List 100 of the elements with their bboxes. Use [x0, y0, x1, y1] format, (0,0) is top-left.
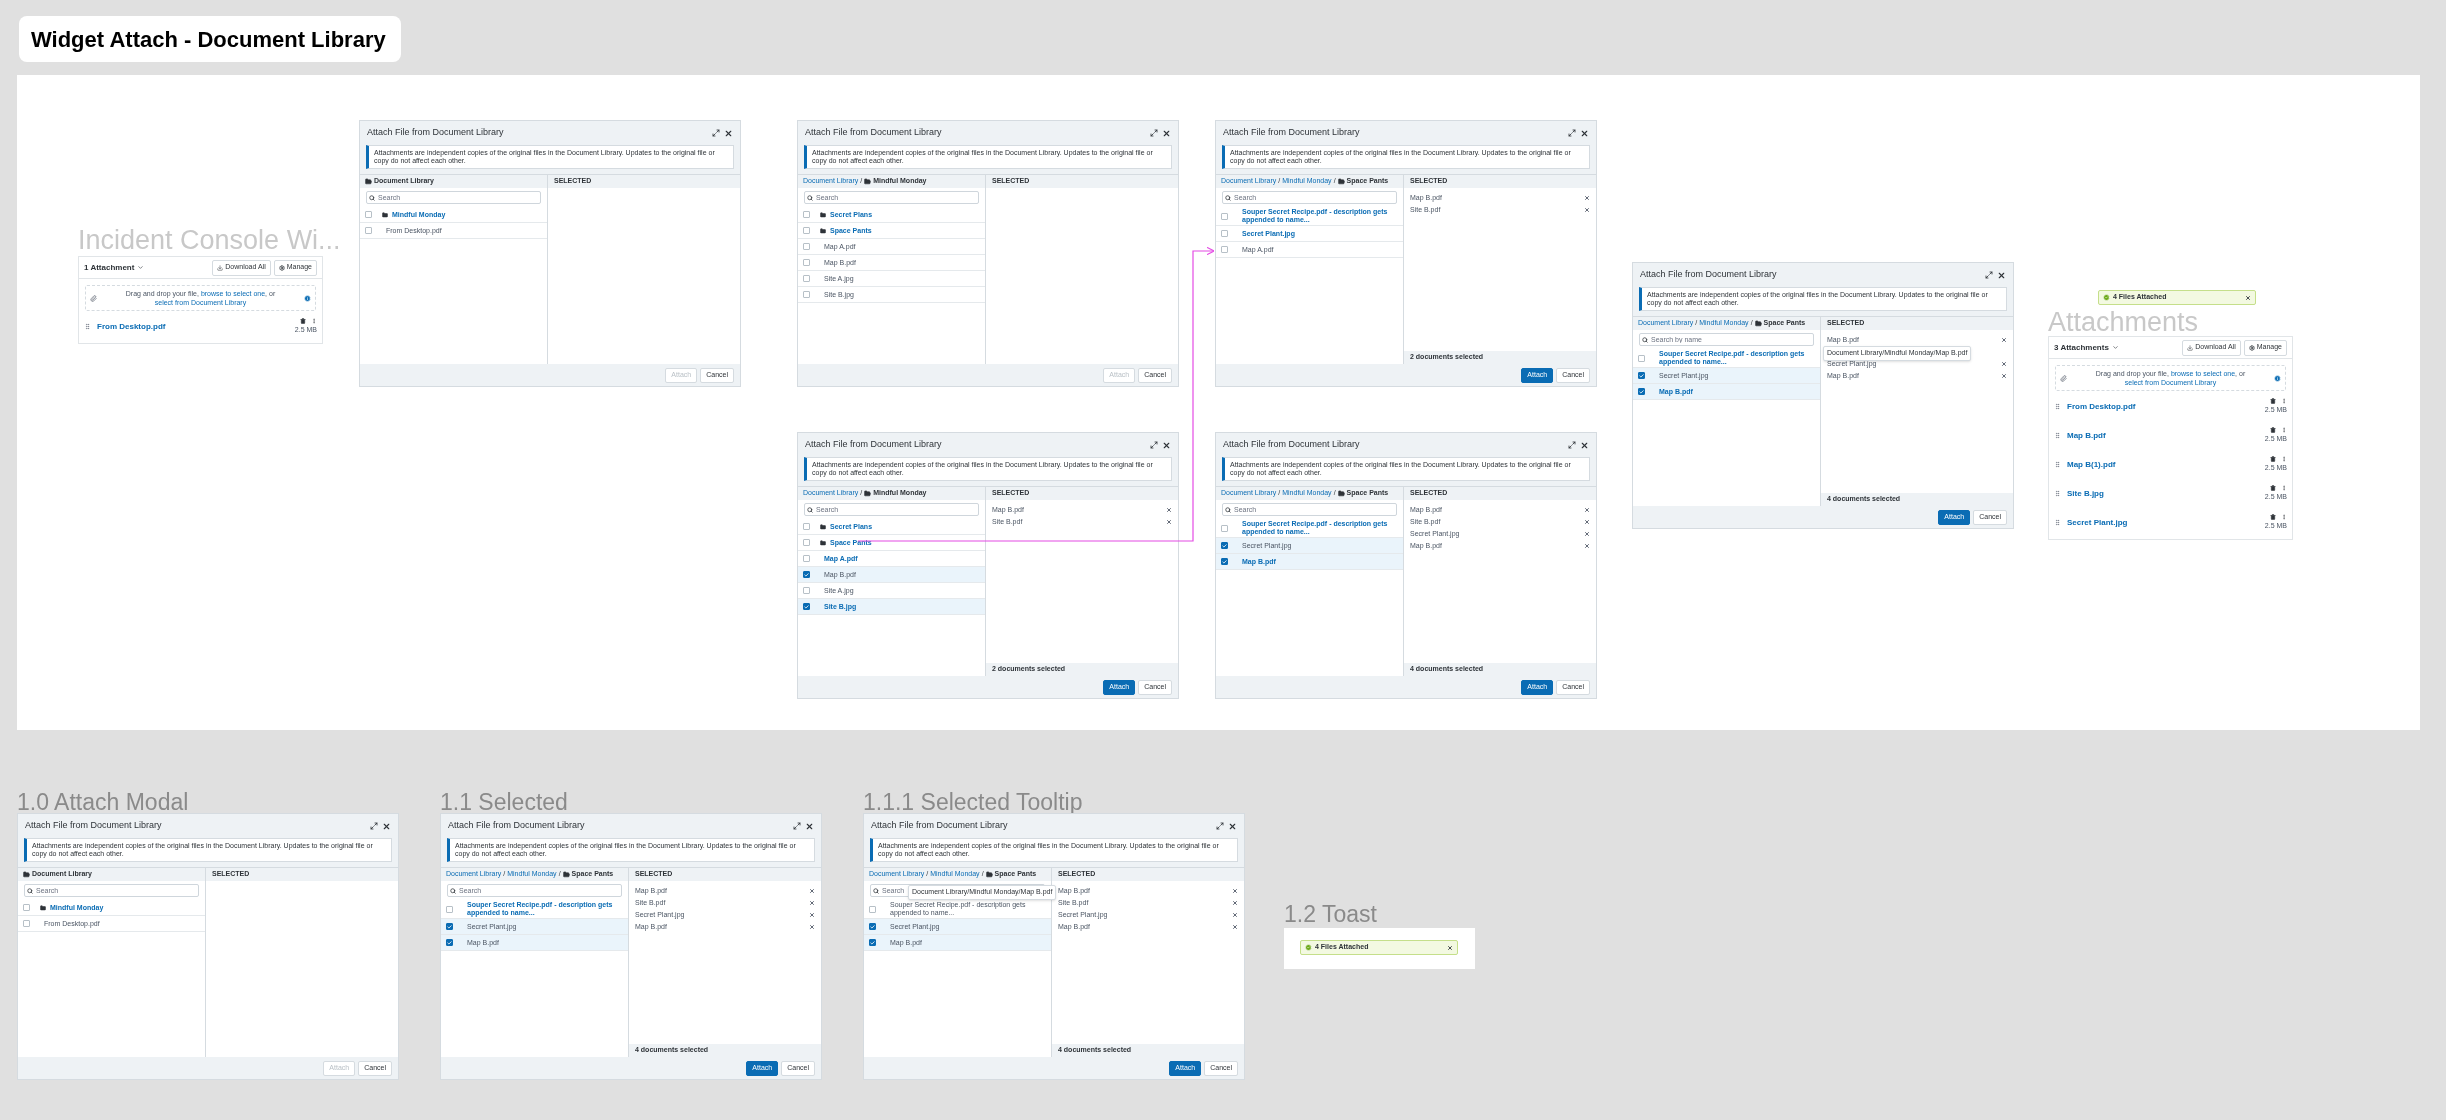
- expand-icon[interactable]: [1568, 441, 1576, 449]
- folder-icon: [864, 178, 872, 185]
- trash-icon[interactable]: [2270, 397, 2276, 404]
- checkbox[interactable]: [1221, 558, 1228, 565]
- expand-icon[interactable]: [1216, 822, 1224, 830]
- modal-title: Attach File from Document Library: [25, 819, 162, 833]
- checkbox[interactable]: [803, 211, 810, 218]
- close-icon[interactable]: [1580, 440, 1589, 450]
- checkbox[interactable]: [803, 587, 810, 594]
- chevron-down-icon[interactable]: [2111, 344, 2119, 351]
- checkbox[interactable]: [1638, 354, 1645, 362]
- drag-handle-icon[interactable]: [2054, 461, 2061, 468]
- close-icon[interactable]: [805, 821, 814, 831]
- check-circle-icon: [1305, 944, 1312, 951]
- more-icon[interactable]: [311, 317, 317, 324]
- attachment-link[interactable]: Map B.pdf: [2067, 429, 2265, 442]
- search-icon: [27, 887, 33, 894]
- search-icon: [1642, 336, 1648, 343]
- checkbox[interactable]: [23, 920, 30, 927]
- folder-icon: [820, 523, 826, 530]
- checkbox[interactable]: [803, 555, 810, 562]
- close-icon[interactable]: [1997, 270, 2006, 280]
- more-icon[interactable]: [2281, 426, 2287, 433]
- drag-handle-icon[interactable]: [2054, 519, 2061, 526]
- more-icon[interactable]: [2281, 513, 2287, 520]
- close-icon[interactable]: [382, 821, 391, 831]
- checkbox[interactable]: [446, 905, 453, 913]
- paperclip-icon: [90, 294, 97, 302]
- checkbox[interactable]: [803, 243, 810, 250]
- expand-icon[interactable]: [1985, 271, 1993, 279]
- checkbox[interactable]: [1638, 388, 1645, 395]
- expand-icon[interactable]: [370, 822, 378, 830]
- attachment-link[interactable]: From Desktop.pdf: [97, 320, 295, 333]
- more-icon[interactable]: [2281, 455, 2287, 462]
- checkbox[interactable]: [365, 211, 372, 218]
- close-icon[interactable]: [1447, 944, 1453, 951]
- folder-icon: [1337, 178, 1345, 185]
- folder-icon: [562, 871, 570, 878]
- expand-icon[interactable]: [1568, 129, 1576, 137]
- checkbox[interactable]: [365, 227, 372, 234]
- trash-icon[interactable]: [300, 317, 306, 324]
- page-title: Widget Attach - Document Library: [31, 25, 386, 54]
- drag-handle-icon[interactable]: [2054, 490, 2061, 497]
- checkbox[interactable]: [803, 227, 810, 234]
- checkbox[interactable]: [1221, 212, 1228, 220]
- checkbox[interactable]: [1638, 372, 1645, 379]
- close-icon[interactable]: [724, 128, 733, 138]
- checkbox[interactable]: [869, 923, 876, 930]
- checkbox[interactable]: [803, 539, 810, 546]
- checkbox[interactable]: [446, 923, 453, 930]
- folder-icon: [820, 211, 826, 218]
- drag-handle-icon[interactable]: [2054, 432, 2061, 439]
- checkbox[interactable]: [869, 939, 876, 946]
- checkbox[interactable]: [446, 939, 453, 946]
- trash-icon[interactable]: [2270, 455, 2276, 462]
- attachment-count: 1 Attachment: [84, 261, 135, 274]
- checkbox[interactable]: [1221, 524, 1228, 532]
- modal-title: Attach File from Document Library: [805, 126, 942, 140]
- search-icon: [807, 506, 813, 513]
- close-icon[interactable]: [1162, 440, 1171, 450]
- checkbox[interactable]: [803, 571, 810, 578]
- close-icon[interactable]: [2245, 294, 2251, 301]
- checkbox[interactable]: [1221, 542, 1228, 549]
- drag-handle-icon[interactable]: [2054, 403, 2061, 410]
- expand-icon[interactable]: [1150, 129, 1158, 137]
- attachment-link[interactable]: Map B(1).pdf: [2067, 458, 2265, 471]
- search-icon: [369, 194, 375, 201]
- checkbox[interactable]: [869, 905, 876, 913]
- checkbox[interactable]: [803, 603, 810, 610]
- settings-icon: [278, 264, 285, 271]
- trash-icon[interactable]: [2270, 426, 2276, 433]
- checkbox[interactable]: [803, 291, 810, 298]
- checkbox[interactable]: [23, 904, 30, 911]
- attachment-link[interactable]: Site B.jpg: [2067, 487, 2265, 500]
- checkbox[interactable]: [803, 259, 810, 266]
- trash-icon[interactable]: [2270, 484, 2276, 491]
- close-icon[interactable]: [1228, 821, 1237, 831]
- close-icon[interactable]: [1162, 128, 1171, 138]
- modal-title: Attach File from Document Library: [448, 819, 585, 833]
- folder-icon: [820, 227, 826, 234]
- chevron-down-icon[interactable]: [137, 264, 145, 271]
- trash-icon[interactable]: [2270, 513, 2276, 520]
- section-label: 1.2 Toast: [1284, 900, 1377, 929]
- modal-title: Attach File from Document Library: [1223, 438, 1360, 452]
- checkbox[interactable]: [803, 275, 810, 282]
- expand-icon[interactable]: [793, 822, 801, 830]
- more-icon[interactable]: [2281, 397, 2287, 404]
- attachment-count: 3 Attachments: [2054, 341, 2109, 354]
- checkbox[interactable]: [1221, 246, 1228, 253]
- attachment-link[interactable]: From Desktop.pdf: [2067, 400, 2265, 413]
- more-icon[interactable]: [2281, 484, 2287, 491]
- expand-icon[interactable]: [712, 129, 720, 137]
- folder-icon: [864, 490, 872, 497]
- attachment-link[interactable]: Secret Plant.jpg: [2067, 516, 2265, 529]
- modal-title: Attach File from Document Library: [1223, 126, 1360, 140]
- checkbox[interactable]: [803, 523, 810, 530]
- close-icon[interactable]: [1580, 128, 1589, 138]
- checkbox[interactable]: [1221, 230, 1228, 237]
- expand-icon[interactable]: [1150, 441, 1158, 449]
- drag-handle-icon[interactable]: [84, 323, 91, 330]
